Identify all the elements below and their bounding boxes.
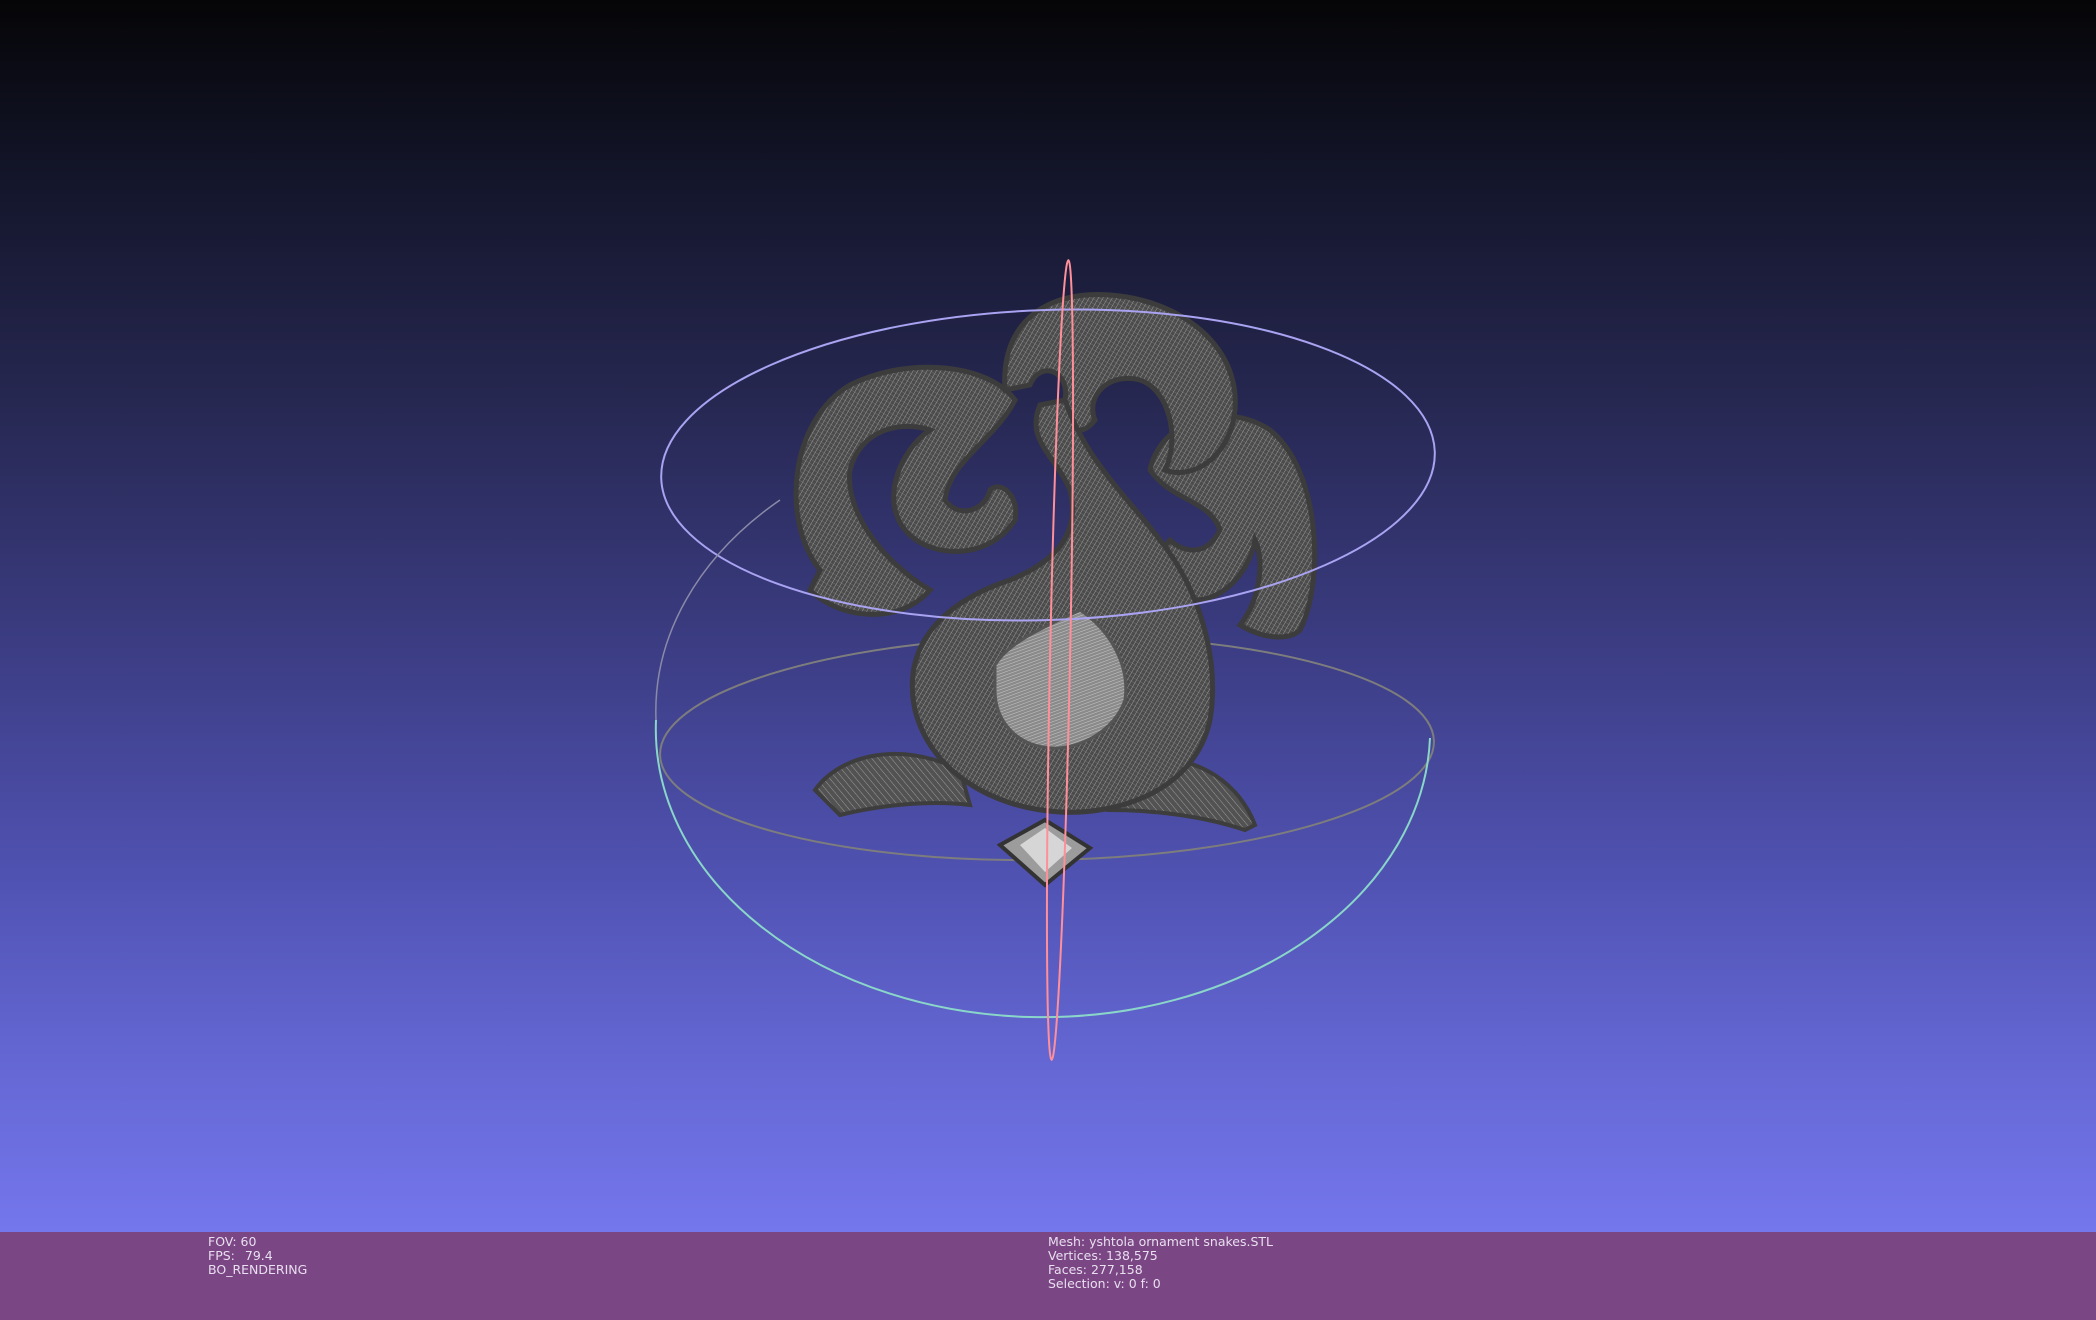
mesh-name: Mesh: yshtola ornament snakes.STL [1048,1234,1273,1249]
render-mode-readout: BO_RENDERING [208,1262,308,1277]
fov-readout: FOV: 60 [208,1234,257,1249]
left-snake-coil [793,364,1019,617]
3d-viewport[interactable] [0,0,2096,1232]
status-bar: FOV: 60 FPS: 79.4 BO_RENDERING Mesh: ysht… [0,1232,2096,1320]
central-snake-upper-loop [1002,291,1238,475]
view-info: FOV: 60 FPS: 79.4 BO_RENDERING [208,1235,307,1277]
fps-readout: FPS: 79.4 [208,1248,273,1263]
vertex-count: Vertices: 138,575 [1048,1248,1158,1263]
fps-value: 79.4 [244,1248,273,1263]
selection-info: Selection: v: 0 f: 0 [1048,1276,1161,1291]
mesh-info: Mesh: yshtola ornament snakes.STL Vertic… [1048,1235,1273,1291]
face-count: Faces: 277,158 [1048,1262,1143,1277]
mesh-model[interactable] [793,291,1318,888]
scene-canvas[interactable] [0,0,2096,1232]
fov-value: 60 [240,1234,257,1249]
trackball-ring-horizontal-upper [655,499,781,721]
